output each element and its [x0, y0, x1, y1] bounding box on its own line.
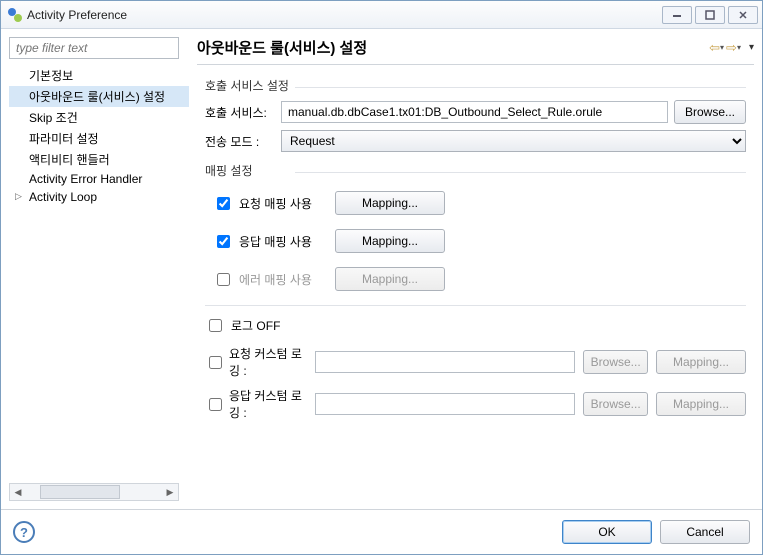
call-service-group-title: 호출 서비스 설정: [205, 77, 746, 96]
tree-item[interactable]: 기본정보: [9, 65, 189, 86]
app-icon: [7, 7, 23, 23]
request-logging-browse-button[interactable]: Browse...: [583, 350, 648, 374]
sidebar: 기본정보아웃바운드 룰(서비스) 설정Skip 조건파라미터 설정액티비티 핸들…: [9, 37, 189, 501]
response-logging-mapping-button[interactable]: Mapping...: [656, 392, 746, 416]
log-off-checkbox-label[interactable]: 로그 OFF: [205, 316, 315, 335]
window-title: Activity Preference: [23, 8, 662, 22]
request-logging-label[interactable]: 요청 커스텀 로깅 :: [205, 345, 307, 379]
separator: [205, 305, 746, 306]
scroll-left-icon[interactable]: ◀: [10, 484, 26, 500]
help-button[interactable]: ?: [13, 521, 35, 543]
tree-item[interactable]: 아웃바운드 룰(서비스) 설정: [9, 86, 189, 107]
tree-item[interactable]: 액티비티 핸들러: [9, 149, 189, 170]
minimize-button[interactable]: [662, 6, 692, 24]
close-button[interactable]: [728, 6, 758, 24]
response-mapping-row: 응답 매핑 사용 Mapping...: [213, 229, 746, 253]
error-mapping-checkbox-label[interactable]: 에러 매핑 사용: [213, 270, 323, 289]
response-mapping-checkbox-label[interactable]: 응답 매핑 사용: [213, 232, 323, 251]
back-menu-icon[interactable]: ▾: [720, 43, 724, 52]
view-menu-icon[interactable]: ▾: [749, 42, 754, 53]
request-logging-mapping-button[interactable]: Mapping...: [656, 350, 746, 374]
ok-button[interactable]: OK: [562, 520, 652, 544]
response-mapping-checkbox[interactable]: [217, 235, 230, 248]
request-mapping-text: 요청 매핑 사용: [239, 195, 312, 212]
tree-item[interactable]: Activity Error Handler: [9, 170, 189, 188]
log-off-text: 로그 OFF: [231, 317, 280, 334]
page-title: 아웃바운드 룰(서비스) 설정: [197, 37, 709, 58]
tree-item[interactable]: Skip 조건: [9, 107, 189, 128]
nav-tree[interactable]: 기본정보아웃바운드 룰(서비스) 설정Skip 조건파라미터 설정액티비티 핸들…: [9, 63, 189, 483]
request-mapping-checkbox[interactable]: [217, 197, 230, 210]
nav-history: ⇦ ▾ ⇨ ▾ ▾: [709, 40, 754, 56]
error-mapping-row: 에러 매핑 사용 Mapping...: [213, 267, 746, 291]
mapping-group-title: 매핑 설정: [205, 162, 746, 181]
dialog-footer: ? OK Cancel: [1, 509, 762, 554]
back-icon[interactable]: ⇦: [709, 40, 720, 56]
tree-item[interactable]: 파라미터 설정: [9, 128, 189, 149]
response-logging-text: 응답 커스텀 로깅 :: [229, 387, 307, 421]
error-mapping-button[interactable]: Mapping...: [335, 267, 445, 291]
help-icon: ?: [20, 525, 28, 540]
page-header: 아웃바운드 룰(서비스) 설정 ⇦ ▾ ⇨ ▾ ▾: [197, 37, 754, 65]
service-browse-button[interactable]: Browse...: [674, 100, 746, 124]
scroll-right-icon[interactable]: ▶: [162, 484, 178, 500]
error-mapping-text: 에러 매핑 사용: [239, 271, 312, 288]
log-group: 로그 OFF 요청 커스텀 로깅 : Browse... Mapping...: [205, 316, 746, 421]
mode-select[interactable]: Request: [281, 130, 746, 152]
call-service-group: 호출 서비스 설정 호출 서비스: Browse... 전송 모드 : Requ…: [205, 77, 746, 152]
scroll-thumb[interactable]: [40, 485, 120, 499]
request-logging-row: 요청 커스텀 로깅 : Browse... Mapping...: [205, 345, 746, 379]
maximize-icon: [705, 10, 715, 20]
request-logging-input[interactable]: [315, 351, 575, 373]
mapping-group: 매핑 설정 요청 매핑 사용 Mapping... 응답 매핑 사용: [205, 162, 746, 291]
request-mapping-row: 요청 매핑 사용 Mapping...: [213, 191, 746, 215]
dialog-body: 기본정보아웃바운드 룰(서비스) 설정Skip 조건파라미터 설정액티비티 핸들…: [1, 29, 762, 509]
forward-menu-icon[interactable]: ▾: [737, 43, 741, 52]
dialog-window: Activity Preference 기본정보아웃바운드 룰(서비스) 설정S…: [0, 0, 763, 555]
filter-input[interactable]: [9, 37, 179, 59]
request-mapping-button[interactable]: Mapping...: [335, 191, 445, 215]
response-logging-row: 응답 커스텀 로깅 : Browse... Mapping...: [205, 387, 746, 421]
cancel-button[interactable]: Cancel: [660, 520, 750, 544]
mode-label: 전송 모드 :: [205, 133, 275, 150]
main-panel: 아웃바운드 룰(서비스) 설정 ⇦ ▾ ⇨ ▾ ▾ 호출 서비스 설정 호출 서…: [189, 37, 754, 501]
horizontal-scrollbar[interactable]: ◀ ▶: [9, 483, 179, 501]
request-logging-text: 요청 커스텀 로깅 :: [229, 345, 307, 379]
response-logging-checkbox[interactable]: [209, 398, 222, 411]
response-mapping-text: 응답 매핑 사용: [239, 233, 312, 250]
maximize-button[interactable]: [695, 6, 725, 24]
response-logging-label[interactable]: 응답 커스텀 로깅 :: [205, 387, 307, 421]
service-row: 호출 서비스: Browse...: [205, 100, 746, 124]
forward-icon[interactable]: ⇨: [726, 40, 737, 56]
request-logging-checkbox[interactable]: [209, 356, 222, 369]
service-input[interactable]: [281, 101, 668, 123]
minimize-icon: [672, 10, 682, 20]
service-label: 호출 서비스:: [205, 104, 275, 121]
mode-row: 전송 모드 : Request: [205, 130, 746, 152]
log-off-checkbox[interactable]: [209, 319, 222, 332]
error-mapping-checkbox[interactable]: [217, 273, 230, 286]
request-mapping-checkbox-label[interactable]: 요청 매핑 사용: [213, 194, 323, 213]
titlebar: Activity Preference: [1, 1, 762, 29]
window-controls: [662, 6, 758, 24]
tree-item[interactable]: Activity Loop: [9, 188, 189, 206]
close-icon: [738, 10, 748, 20]
response-logging-browse-button[interactable]: Browse...: [583, 392, 648, 416]
response-logging-input[interactable]: [315, 393, 575, 415]
response-mapping-button[interactable]: Mapping...: [335, 229, 445, 253]
content-area: 호출 서비스 설정 호출 서비스: Browse... 전송 모드 : Requ…: [197, 73, 754, 501]
